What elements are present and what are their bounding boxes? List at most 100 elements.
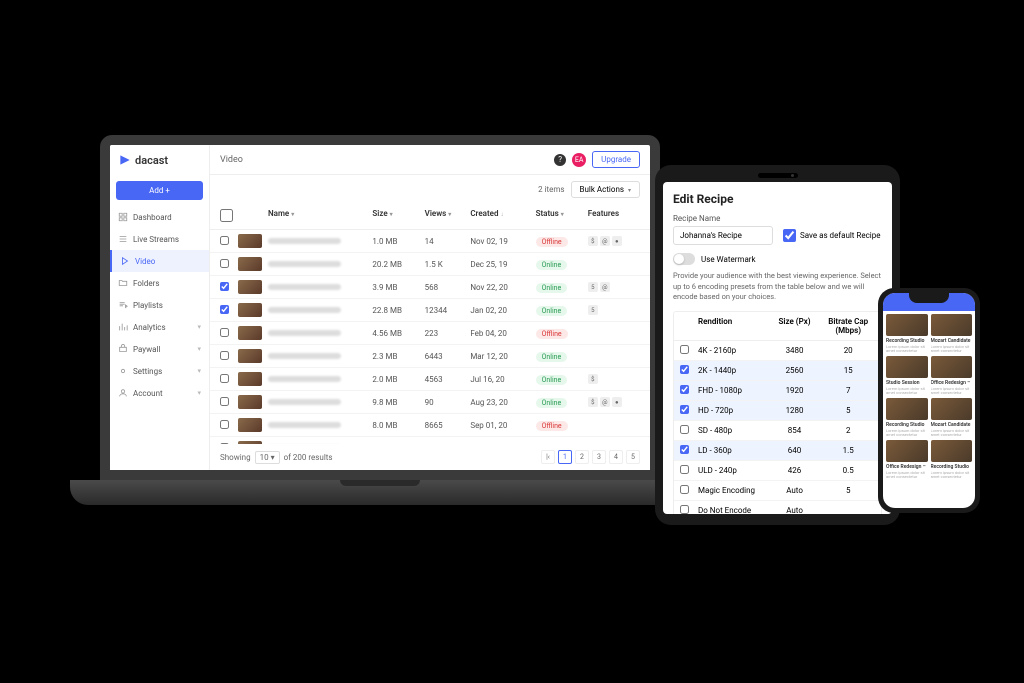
recipe-name-input[interactable] <box>673 226 773 245</box>
chart-icon <box>118 322 128 332</box>
content-card[interactable]: Recording StudioLorem ipsum dolor sit am… <box>931 440 973 479</box>
preset-row[interactable]: FHD - 1080p 1920 7 <box>674 381 881 401</box>
row-checkbox[interactable] <box>220 328 229 337</box>
cell-created: Jul 16, 20 <box>470 375 535 384</box>
col-status[interactable]: Status▾ <box>536 209 588 224</box>
content-card[interactable]: Studio SessionLorem ipsum dolor sit amet… <box>886 356 928 395</box>
table-row[interactable]: 1.0 MB 14 Nov 02, 19 Offline $@● <box>210 230 650 253</box>
preset-name: FHD - 1080p <box>698 386 768 395</box>
table-row[interactable]: 8.0 MB 8665 Sep 01, 20 Offline <box>210 414 650 437</box>
preset-checkbox[interactable] <box>680 485 689 494</box>
preset-row[interactable]: Magic Encoding Auto 5 <box>674 481 881 501</box>
row-checkbox[interactable] <box>220 259 229 268</box>
sidebar-item-paywall[interactable]: Paywall▾ <box>110 338 209 360</box>
content-card[interactable]: Office Redesign – focus on shared workin… <box>931 356 973 395</box>
card-image <box>886 314 928 336</box>
row-checkbox[interactable] <box>220 420 229 429</box>
content-card[interactable]: Mozart CandidateLorem ipsum dolor sit am… <box>931 314 973 353</box>
table-row[interactable]: 22.8 MB 12344 Jan 02, 20 Online 5 <box>210 299 650 322</box>
help-icon[interactable]: ? <box>554 154 566 166</box>
table-row[interactable]: 20.2 MB 1.5 K Dec 25, 19 Online <box>210 253 650 276</box>
content-card[interactable]: Recording StudioLorem ipsum dolor sit am… <box>886 398 928 437</box>
cell-size: 22.8 MB <box>372 306 424 315</box>
bulk-actions-button[interactable]: Bulk Actions ▾ <box>571 181 640 198</box>
preset-row[interactable]: 2K - 1440p 2560 15 <box>674 361 881 381</box>
upgrade-button[interactable]: Upgrade <box>592 151 640 168</box>
preset-checkbox[interactable] <box>680 405 689 414</box>
pagination: Showing 10 ▾ of 200 results |‹ 12345 <box>210 444 650 470</box>
sidebar-item-settings[interactable]: Settings▾ <box>110 360 209 382</box>
preset-checkbox[interactable] <box>680 445 689 454</box>
row-checkbox[interactable] <box>220 374 229 383</box>
table-row[interactable]: 4.56 MB 223 Feb 04, 20 Offline <box>210 322 650 345</box>
cell-views: 14 <box>425 237 471 246</box>
sidebar-item-dashboard[interactable]: Dashboard <box>110 206 209 228</box>
row-checkbox[interactable] <box>220 305 229 314</box>
watermark-toggle[interactable] <box>673 253 695 265</box>
row-checkbox[interactable] <box>220 397 229 406</box>
laptop-screen: dacast Add + DashboardLive StreamsVideoF… <box>100 135 660 480</box>
preset-checkbox[interactable] <box>680 425 689 434</box>
preset-bitrate: 15 <box>821 366 875 375</box>
col-size[interactable]: Size▾ <box>372 209 424 224</box>
feature-icon: $ <box>588 397 598 407</box>
stream-icon <box>118 234 128 244</box>
table-row[interactable]: 2.0 MB 4563 Jul 16, 20 Online $ <box>210 368 650 391</box>
avatar[interactable]: EA <box>572 153 586 167</box>
sidebar-item-folders[interactable]: Folders <box>110 272 209 294</box>
phone-notch <box>909 293 949 303</box>
sidebar-item-live-streams[interactable]: Live Streams <box>110 228 209 250</box>
sidebar-item-account[interactable]: Account▾ <box>110 382 209 404</box>
page-first[interactable]: |‹ <box>541 450 555 464</box>
row-checkbox[interactable] <box>220 236 229 245</box>
cell-size: 2.0 MB <box>372 375 424 384</box>
preset-row[interactable]: 4K - 2160p 3480 20 <box>674 341 881 361</box>
sidebar-item-video[interactable]: Video <box>110 250 209 272</box>
col-created[interactable]: Created↓ <box>470 209 535 224</box>
preset-checkbox[interactable] <box>680 465 689 474</box>
select-all-checkbox[interactable] <box>220 209 233 222</box>
page-1[interactable]: 1 <box>558 450 572 464</box>
per-page-select[interactable]: 10 ▾ <box>255 451 280 464</box>
page-3[interactable]: 3 <box>592 450 606 464</box>
col-name[interactable]: Name▾ <box>268 209 372 224</box>
default-recipe-row[interactable]: Save as default Recipe <box>783 229 880 242</box>
preset-checkbox[interactable] <box>680 345 689 354</box>
row-checkbox[interactable] <box>220 351 229 360</box>
preset-row[interactable]: HD - 720p 1280 5 <box>674 401 881 421</box>
preset-row[interactable]: ULD - 240p 426 0.5 <box>674 461 881 481</box>
sidebar-item-analytics[interactable]: Analytics▾ <box>110 316 209 338</box>
preset-name: 2K - 1440p <box>698 366 768 375</box>
content-card[interactable]: Office Redesign – based on shared workin… <box>886 440 928 479</box>
preset-checkbox[interactable] <box>680 365 689 374</box>
preset-checkbox[interactable] <box>680 505 689 514</box>
page-4[interactable]: 4 <box>609 450 623 464</box>
default-recipe-checkbox[interactable] <box>783 229 796 242</box>
page-5[interactable]: 5 <box>626 450 640 464</box>
content-card[interactable]: Mozart CandidateLorem ipsum dolor sit am… <box>931 398 973 437</box>
sidebar-item-playlists[interactable]: Playlists <box>110 294 209 316</box>
add-button[interactable]: Add + <box>116 181 203 200</box>
laptop-device: dacast Add + DashboardLive StreamsVideoF… <box>100 135 660 515</box>
table-row[interactable]: 9.8 MB 98 Nov 07, 20 Online <box>210 437 650 444</box>
preset-row[interactable]: LD - 360p 640 1.5 <box>674 441 881 461</box>
table-row[interactable]: 9.8 MB 90 Aug 23, 20 Online $@● <box>210 391 650 414</box>
content-card[interactable]: Recording StudioLorem ipsum dolor sit am… <box>886 314 928 353</box>
page-2[interactable]: 2 <box>575 450 589 464</box>
video-thumbnail <box>238 257 262 271</box>
feature-icon: 5 <box>588 282 598 292</box>
feature-icon: @ <box>600 397 610 407</box>
cell-size: 4.56 MB <box>372 329 424 338</box>
table-row[interactable]: 3.9 MB 568 Nov 22, 20 Online 5@ <box>210 276 650 299</box>
video-thumbnail <box>238 326 262 340</box>
preset-checkbox[interactable] <box>680 385 689 394</box>
preset-row[interactable]: SD - 480p 854 2 <box>674 421 881 441</box>
preset-row[interactable]: Do Not Encode Auto <box>674 501 881 515</box>
col-views[interactable]: Views▾ <box>425 209 471 224</box>
video-thumbnail <box>238 418 262 432</box>
row-checkbox[interactable] <box>220 282 229 291</box>
status-badge: Online <box>536 352 568 362</box>
video-name <box>268 376 341 382</box>
table-row[interactable]: 2.3 MB 6443 Mar 12, 20 Online <box>210 345 650 368</box>
preset-bitrate: 2 <box>821 426 875 435</box>
